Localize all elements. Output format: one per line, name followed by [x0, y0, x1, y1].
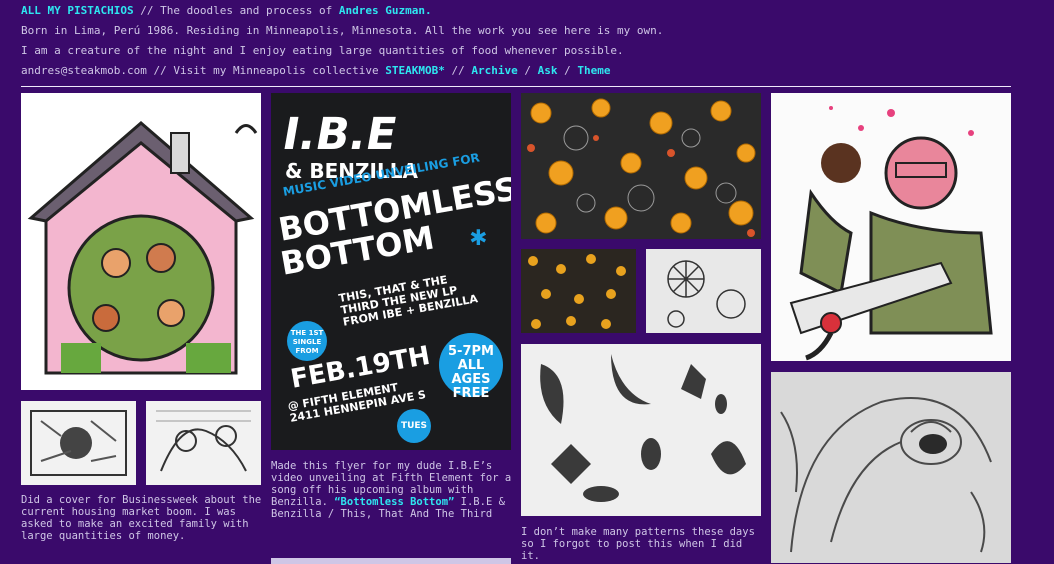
ask-link[interactable]: Ask	[538, 64, 558, 77]
sketch-art	[21, 401, 136, 485]
visit-text: Visit my Minneapolis collective	[173, 64, 386, 77]
steakmob-link[interactable]: STEAKMOB*	[385, 64, 445, 77]
flyer-image[interactable]: I.B.E & BENZILLA MUSIC VIDEO UNVEILING F…	[271, 93, 511, 450]
flyer-caption: Made this flyer for my dude I.B.E’s vide…	[271, 460, 513, 520]
flyer-time-badge: 5-7PM ALL AGES FREE	[439, 333, 503, 401]
separator: /	[517, 64, 538, 77]
flyer-day-badge: TUES	[397, 409, 431, 443]
separator: //	[133, 4, 161, 17]
pencil-sketch-image[interactable]	[771, 372, 1011, 563]
bottomless-bottom-link[interactable]: “Bottomless Bottom”	[334, 496, 454, 508]
housing-illustration-image[interactable]	[21, 93, 261, 390]
dandelion-sketch-thumbnail[interactable]	[646, 249, 761, 333]
flower-pattern-image[interactable]	[521, 93, 761, 239]
dandelion-art	[646, 249, 761, 333]
nature-silhouette-pattern-image[interactable]	[521, 344, 761, 516]
pencil-sketch-art	[771, 372, 1011, 563]
header-line-title: ALL MY PISTACHIOS // The doodles and pro…	[21, 1, 432, 21]
house-illustration-art	[27, 121, 258, 375]
flyer-ibe-text: I.B.E	[278, 109, 401, 160]
separator: //	[444, 64, 472, 77]
header-divider	[21, 86, 1011, 87]
flyer-asterisk-icon: ✱	[470, 219, 487, 252]
spilled-coffee-illustration-image[interactable]	[771, 93, 1011, 361]
separator: /	[557, 64, 578, 77]
flower-pattern-art	[521, 93, 761, 239]
flyer-first-single-badge: THE 1ST SINGLE FROM	[287, 321, 327, 361]
next-post-image-edge[interactable]	[271, 558, 511, 564]
flower-pattern-art	[521, 249, 636, 333]
housing-sketch-thumbnail-1[interactable]	[21, 401, 136, 485]
theme-link[interactable]: Theme	[577, 64, 610, 77]
email-address: andres@steakmob.com	[21, 64, 147, 77]
bio-line-2: I am a creature of the night and I enjoy…	[21, 44, 624, 57]
housing-caption: Did a cover for Businessweek about the c…	[21, 494, 262, 542]
sketch-art	[146, 401, 261, 485]
flower-pattern-thumbnail[interactable]	[521, 249, 636, 333]
silhouette-pattern-art	[521, 344, 761, 516]
separator: //	[146, 64, 174, 77]
author-name-link[interactable]: Andres Guzman.	[339, 4, 432, 17]
patterns-caption: I don’t make many patterns these days so…	[521, 526, 755, 562]
blog-title-link[interactable]: ALL MY PISTACHIOS	[21, 4, 134, 17]
coffee-illustration-art	[771, 93, 1011, 361]
flyer-lp-text: THIS, THAT & THE THIRD THE NEW LP FROM I…	[337, 273, 479, 329]
header-links-line: andres@steakmob.com // Visit my Minneapo…	[21, 61, 610, 81]
archive-link[interactable]: Archive	[471, 64, 517, 77]
housing-sketch-thumbnail-2[interactable]	[146, 401, 261, 485]
tagline: The doodles and process of	[160, 4, 339, 17]
bio-line-1: Born in Lima, Perú 1986. Residing in Min…	[21, 24, 664, 37]
